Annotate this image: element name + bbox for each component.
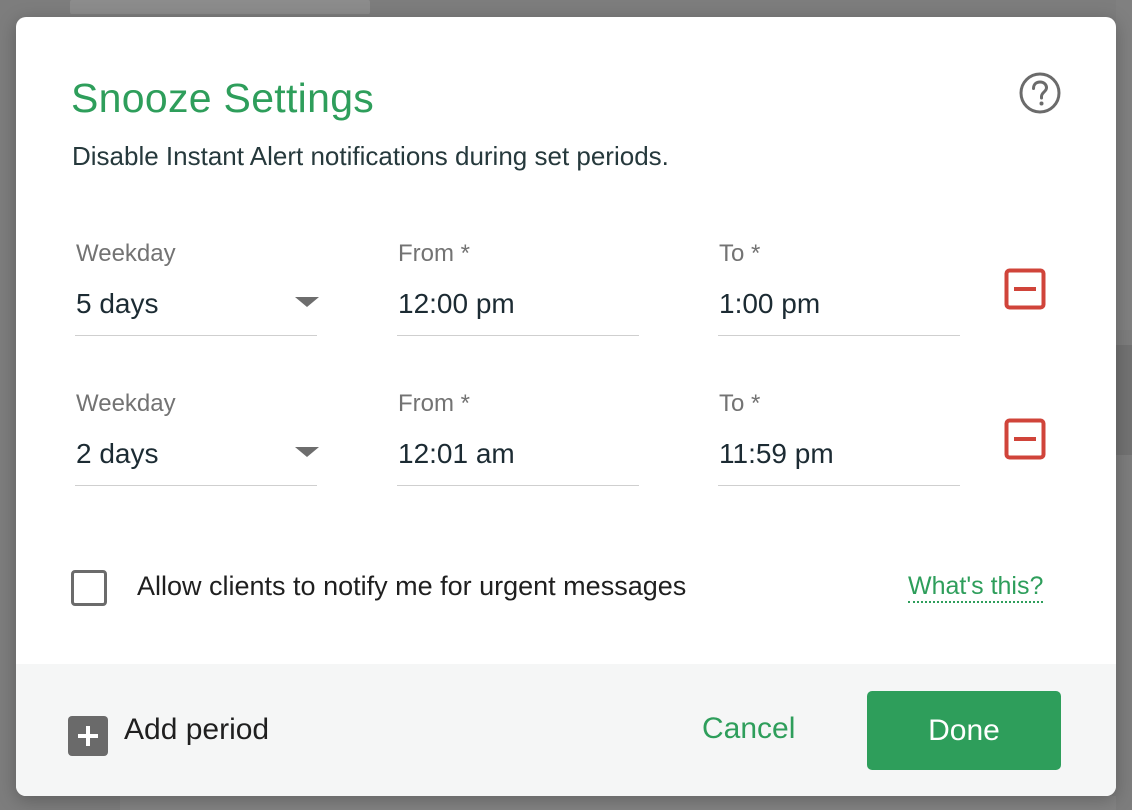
remove-period-button[interactable] xyxy=(1004,268,1046,310)
dialog-title: Snooze Settings xyxy=(71,75,375,121)
field-underline xyxy=(75,335,317,336)
field-underline xyxy=(718,335,960,336)
background-app-panel xyxy=(1116,345,1132,455)
remove-period-button[interactable] xyxy=(1004,418,1046,460)
add-period-label: Add period xyxy=(124,713,270,746)
dropdown-arrow-icon[interactable] xyxy=(295,297,319,307)
weekday-select[interactable]: Weekday 2 days xyxy=(75,387,319,487)
weekday-label: Weekday xyxy=(76,240,176,267)
from-label: From * xyxy=(398,390,470,417)
snooze-period-row: Weekday 5 days From * 12:00 pm To * 1:00… xyxy=(16,237,1116,347)
weekday-label: Weekday xyxy=(76,390,176,417)
dropdown-arrow-icon[interactable] xyxy=(295,447,319,457)
from-time-field[interactable]: From * 12:00 pm xyxy=(397,237,639,337)
to-value[interactable]: 11:59 pm xyxy=(719,438,834,470)
cancel-button[interactable]: Cancel xyxy=(702,712,795,746)
urgent-messages-checkbox[interactable] xyxy=(71,570,107,606)
urgent-messages-label[interactable]: Allow clients to notify me for urgent me… xyxy=(137,571,686,602)
field-underline xyxy=(718,485,960,486)
plus-square-icon xyxy=(68,716,108,756)
field-underline xyxy=(397,335,639,336)
dialog-subtitle: Disable Instant Alert notifications duri… xyxy=(72,141,669,171)
dialog-footer: Add period Cancel Done xyxy=(16,664,1116,796)
field-underline xyxy=(75,485,317,486)
to-time-field[interactable]: To * 1:00 pm xyxy=(718,237,960,337)
field-underline xyxy=(397,485,639,486)
from-value[interactable]: 12:00 pm xyxy=(398,288,515,320)
to-label: To * xyxy=(719,390,761,417)
from-time-field[interactable]: From * 12:01 am xyxy=(397,387,639,487)
background-app-text xyxy=(70,0,370,14)
done-button[interactable]: Done xyxy=(867,691,1061,770)
background-app-panel xyxy=(120,796,1116,810)
snooze-settings-dialog: Snooze Settings Disable Instant Alert no… xyxy=(16,17,1116,796)
minus-square-icon xyxy=(1004,268,1046,310)
snooze-period-row: Weekday 2 days From * 12:01 am To * 11:5… xyxy=(16,387,1116,497)
to-label: To * xyxy=(719,240,761,267)
background-app-panel xyxy=(1116,0,1132,330)
to-time-field[interactable]: To * 11:59 pm xyxy=(718,387,960,487)
from-value[interactable]: 12:01 am xyxy=(398,438,515,470)
weekday-value: 5 days xyxy=(76,288,159,319)
to-value[interactable]: 1:00 pm xyxy=(719,288,820,320)
weekday-select[interactable]: Weekday 5 days xyxy=(75,237,319,337)
from-label: From * xyxy=(398,240,470,267)
weekday-value: 2 days xyxy=(76,438,159,469)
minus-square-icon xyxy=(1004,418,1046,460)
whats-this-link[interactable]: What's this? xyxy=(908,571,1044,603)
question-circle-icon[interactable] xyxy=(1019,72,1061,114)
